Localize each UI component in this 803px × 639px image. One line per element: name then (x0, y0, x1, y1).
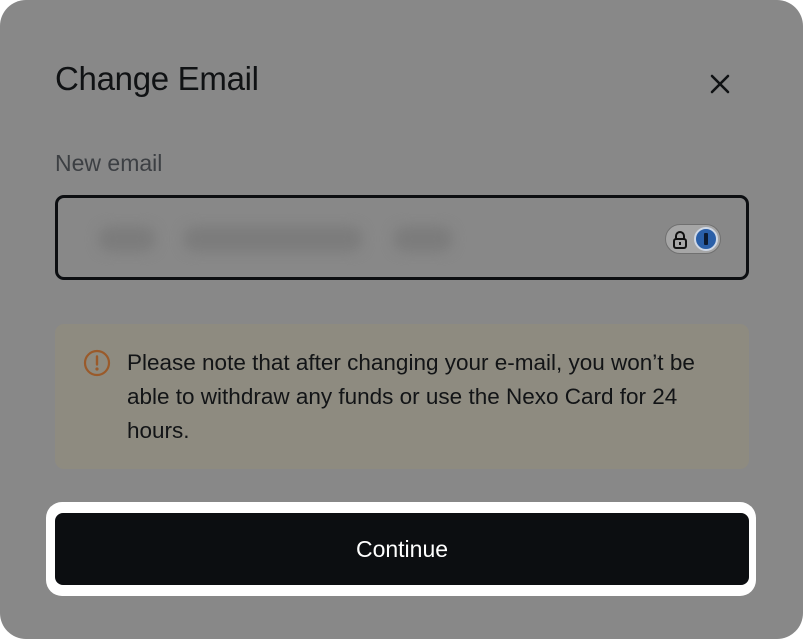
redacted-email-value (183, 226, 363, 252)
redacted-email-value (393, 226, 453, 252)
warning-notice: Please note that after changing your e-m… (55, 324, 749, 469)
password-manager-button[interactable] (665, 224, 721, 254)
warning-circle-icon (83, 349, 111, 377)
email-input[interactable] (88, 218, 652, 260)
notice-text: Please note that after changing your e-m… (127, 350, 695, 443)
continue-button[interactable]: Continue (55, 513, 749, 585)
lock-icon (673, 231, 687, 249)
change-email-dialog: Change Email New email Please note that … (0, 0, 803, 639)
password-manager-icon (694, 227, 718, 251)
close-button[interactable] (704, 68, 736, 100)
dialog-title: Change Email (55, 60, 259, 97)
email-field-label: New email (55, 150, 163, 176)
close-icon (710, 74, 730, 94)
email-field[interactable] (55, 195, 749, 280)
redacted-email-value (98, 226, 156, 252)
